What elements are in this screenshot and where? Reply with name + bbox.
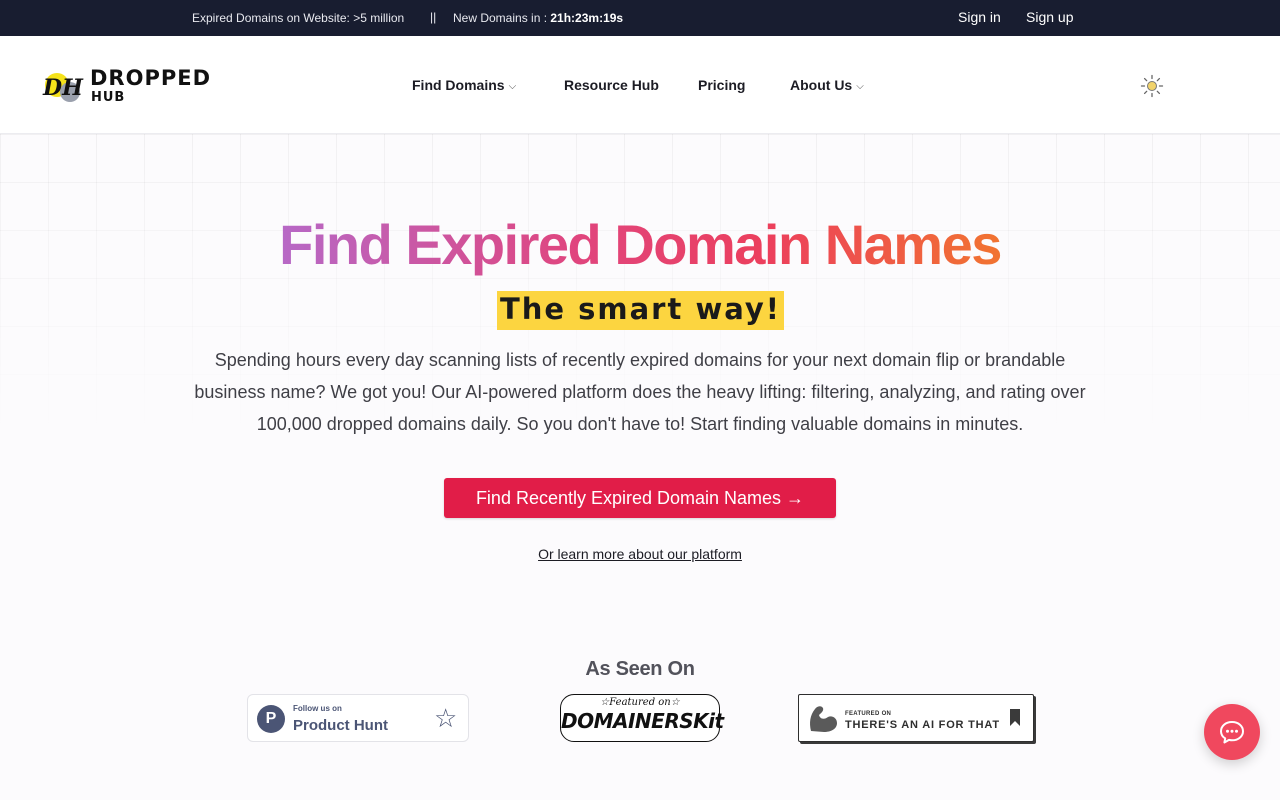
nav-resource-hub[interactable]: Resource Hub — [564, 77, 659, 93]
arm-icon — [810, 706, 837, 732]
find-domains-cta-button[interactable]: Find Recently Expired Domain Names → — [444, 478, 836, 518]
domainerskit-small-text: ☆Featured on☆ — [600, 697, 680, 708]
logo[interactable]: DH DROPPED HUB — [42, 66, 217, 106]
product-hunt-big-text: Product Hunt — [293, 717, 388, 734]
stat-separator: || — [430, 10, 437, 24]
chat-icon — [1220, 721, 1244, 744]
new-domains-label: New Domains in : — [453, 11, 551, 25]
star-icon: ☆ — [434, 703, 458, 733]
hero-title: Find Expired Domain Names — [0, 212, 1280, 277]
chat-button[interactable] — [1204, 704, 1260, 760]
domainerskit-badge[interactable]: ☆Featured on☆ DOMAINERSKit — [560, 694, 724, 742]
logo-mark-icon: DH — [42, 73, 84, 102]
learn-more-link[interactable]: Or learn more about our platform — [538, 546, 742, 562]
as-seen-on-title: As Seen On — [585, 658, 695, 680]
bookmark-icon — [1010, 709, 1020, 726]
logo-word-dropped: DROPPED — [90, 66, 212, 90]
expired-domains-value: >5 million — [353, 11, 405, 25]
site-header: DH DROPPED HUB Find Domains ⌵ Resource Hu… — [0, 36, 1280, 134]
announcement-bar: Expired Domains on Website: >5 million |… — [0, 0, 1280, 36]
product-hunt-logo: P — [257, 705, 285, 733]
new-domains-countdown: 21h:23m:19s — [550, 11, 624, 25]
chevron-down-icon: ⌵ — [856, 81, 864, 92]
hero-subtitle: The smart way! — [499, 292, 782, 326]
nav-find-domains-label: Find Domains — [412, 77, 505, 93]
product-hunt-small-text: Follow us on — [293, 704, 342, 713]
product-hunt-badge[interactable]: P Follow us on Product Hunt ☆ — [247, 694, 469, 742]
logo-word-hub: HUB — [91, 90, 126, 105]
expired-domains-stat: Expired Domains on Website: >5 million — [192, 11, 404, 25]
nav-about-us[interactable]: About Us ⌵ — [790, 77, 864, 93]
ai-for-that-small-text: FEATURED ON — [845, 711, 892, 717]
expired-domains-label: Expired Domains on Website: — [192, 11, 354, 25]
sign-in-link[interactable]: Sign in — [958, 9, 1001, 25]
sign-up-link[interactable]: Sign up — [1026, 9, 1073, 25]
chevron-down-icon: ⌵ — [508, 81, 517, 92]
ai-for-that-badge[interactable]: FEATURED ON THERE'S AN AI FOR THAT — [798, 694, 1034, 742]
nav-pricing[interactable]: Pricing — [698, 77, 745, 93]
domainerskit-big-text: DOMAINERSKit — [561, 709, 724, 733]
learn-more: Or learn more about our platform — [0, 546, 1280, 562]
nav-about-us-label: About Us — [790, 77, 853, 93]
new-domains-stat: New Domains in : 21h:23m:19s — [453, 11, 623, 25]
logo-mark-text: DH — [42, 75, 84, 101]
sun-icon[interactable] — [1140, 74, 1164, 98]
ai-for-that-big-text: THERE'S AN AI FOR THAT — [845, 719, 1000, 731]
hero-description: Spending hours every day scanning lists … — [194, 350, 1086, 434]
nav-find-domains[interactable]: Find Domains ⌵ — [412, 77, 516, 93]
